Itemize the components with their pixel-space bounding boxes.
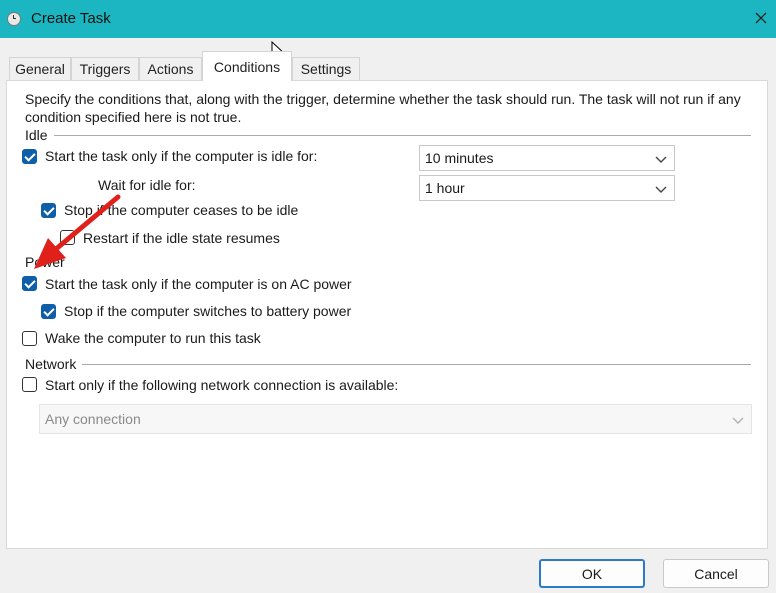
conditions-description: Specify the conditions that, along with … xyxy=(25,91,741,125)
chevron-down-icon xyxy=(655,186,667,193)
idle-duration-select[interactable]: 10 minutes xyxy=(419,145,675,171)
tab-triggers[interactable]: Triggers xyxy=(71,57,139,80)
wait-for-idle-label: Wait for idle for: xyxy=(98,177,196,193)
stop-if-ceases-idle-checkbox[interactable] xyxy=(41,203,56,218)
tab-conditions[interactable]: Conditions xyxy=(202,51,292,81)
chevron-down-icon xyxy=(732,417,744,424)
restart-if-idle-resumes-checkbox[interactable] xyxy=(60,230,75,245)
network-section-label: Network xyxy=(25,356,83,372)
chevron-down-icon xyxy=(655,156,667,163)
ok-button[interactable]: OK xyxy=(539,559,645,588)
clock-icon xyxy=(7,12,21,26)
start-if-idle-checkbox[interactable] xyxy=(22,149,37,164)
tab-actions[interactable]: Actions xyxy=(139,57,202,80)
idle-section-label: Idle xyxy=(25,127,54,143)
start-on-ac-power-checkbox[interactable] xyxy=(22,276,37,291)
cancel-button[interactable]: Cancel xyxy=(663,559,769,588)
idle-duration-value: 10 minutes xyxy=(425,150,494,166)
wait-duration-select[interactable]: 1 hour xyxy=(419,175,675,201)
stop-on-battery-checkbox[interactable] xyxy=(41,304,56,319)
restart-if-idle-resumes-label: Restart if the idle state resumes xyxy=(83,230,280,246)
network-section-line xyxy=(25,364,751,365)
start-if-network-checkbox[interactable] xyxy=(22,377,37,392)
start-if-idle-label: Start the task only if the computer is i… xyxy=(45,148,318,164)
close-icon[interactable] xyxy=(748,6,774,32)
wake-to-run-label: Wake the computer to run this task xyxy=(45,330,261,346)
network-connection-value: Any connection xyxy=(45,411,141,427)
window-title: Create Task xyxy=(31,10,111,27)
stop-on-battery-label: Stop if the computer switches to battery… xyxy=(64,303,352,319)
idle-section-line xyxy=(25,135,751,136)
start-on-ac-power-label: Start the task only if the computer is o… xyxy=(45,276,352,292)
title-bar: Create Task xyxy=(0,0,776,38)
power-section-label: Power xyxy=(25,254,71,270)
tab-general[interactable]: General xyxy=(9,57,71,80)
wake-to-run-checkbox[interactable] xyxy=(22,331,37,346)
wait-duration-value: 1 hour xyxy=(425,180,465,196)
stop-if-ceases-idle-label: Stop if the computer ceases to be idle xyxy=(64,202,299,218)
start-if-network-label: Start only if the following network conn… xyxy=(45,377,399,393)
tab-settings[interactable]: Settings xyxy=(292,57,360,80)
network-connection-select[interactable]: Any connection xyxy=(39,404,752,434)
